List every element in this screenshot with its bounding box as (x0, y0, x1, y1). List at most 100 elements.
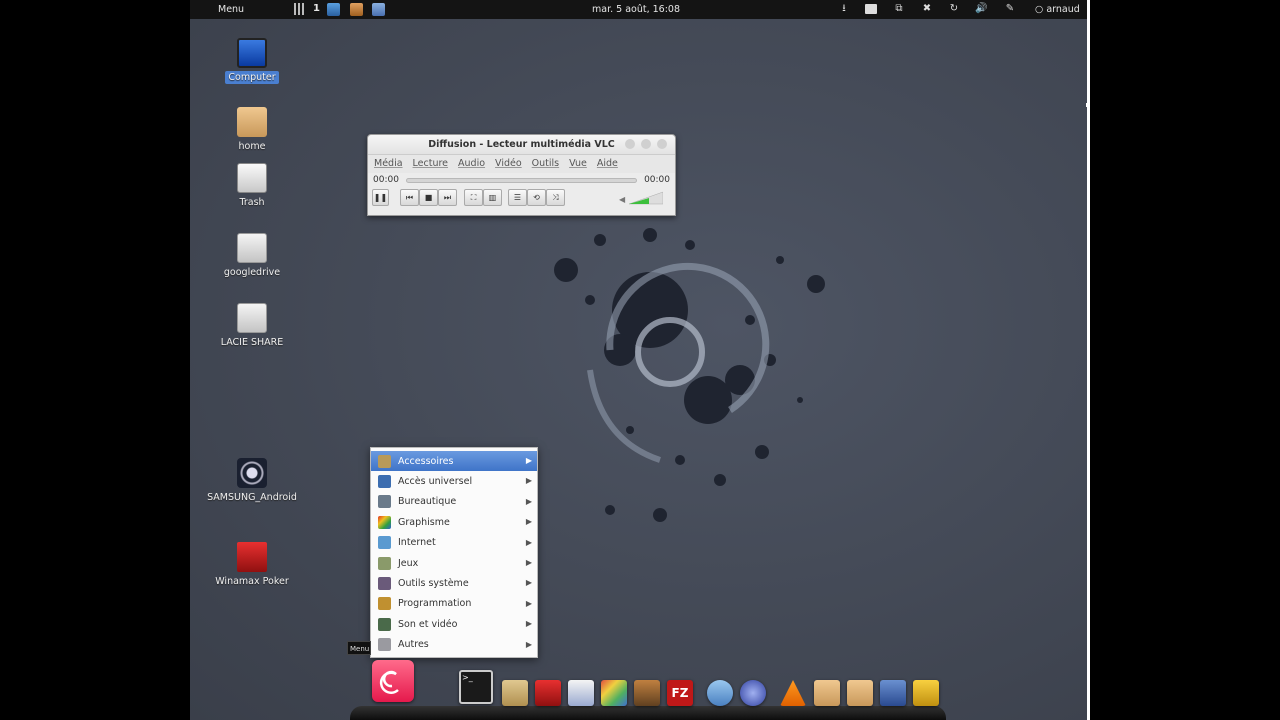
menu-outils[interactable]: Outils (532, 155, 559, 173)
close-app-icon[interactable]: ✖ (921, 3, 933, 15)
menu-aide[interactable]: Aide (597, 155, 618, 173)
files-icon[interactable] (865, 4, 877, 14)
previous-button[interactable]: ⏮ (400, 189, 419, 206)
debian-swirl-wallpaper (554, 228, 825, 522)
speaker-icon: ◀ (619, 195, 626, 204)
desktop-icon-home[interactable]: home (202, 107, 302, 153)
desktop-icon-label: LACIE SHARE (220, 337, 284, 348)
menu-video[interactable]: Vidéo (495, 155, 522, 173)
volume-icon[interactable]: 🔊 (975, 3, 987, 15)
menu-item-accessoires[interactable]: Accessoires ▶ (371, 451, 537, 472)
desktop-icon-label: Computer (225, 71, 279, 84)
windows-icon[interactable]: ⧉ (893, 3, 905, 15)
submenu-arrow-icon: ▶ (525, 557, 532, 567)
minimize-button[interactable] (625, 139, 635, 149)
folder-icon[interactable] (814, 680, 840, 706)
menu-lecture[interactable]: Lecture (413, 155, 448, 173)
seek-slider[interactable] (406, 178, 637, 183)
menu-item-programmation[interactable]: Programmation ▶ (371, 594, 537, 614)
desktop[interactable]: Menu 1 mar. 5 août, 16:08 ⭳ ⧉ ✖ ↻ 🔊 ✎ ○ … (190, 0, 1087, 720)
menu-item-jeux[interactable]: Jeux ▶ (371, 553, 537, 573)
menu-item-label: Son et vidéo (398, 618, 458, 630)
desktop-icon-googledrive[interactable]: googledrive (202, 233, 302, 279)
menu-audio[interactable]: Audio (458, 155, 485, 173)
pen-icon[interactable]: ✎ (1004, 3, 1016, 15)
menu-media[interactable]: Média (374, 155, 403, 173)
virtualbox-icon[interactable] (880, 680, 906, 706)
vlc-menubar: Média Lecture Audio Vidéo Outils Vue Aid… (368, 155, 675, 173)
submenu-arrow-icon: ▶ (525, 598, 532, 608)
graphics-icon (378, 515, 391, 529)
others-icon (378, 638, 391, 652)
vlc-icon[interactable] (780, 680, 806, 706)
network-icon[interactable] (707, 680, 733, 706)
menu-item-label: Outils système (398, 578, 469, 590)
trash-icon (237, 163, 267, 193)
device-icon (237, 458, 267, 488)
workspace-number[interactable]: 1 (313, 3, 320, 14)
pause-button[interactable]: ❚❚ (372, 189, 389, 206)
refresh-icon[interactable]: ↻ (948, 3, 960, 15)
playlist-button[interactable]: ☰ (508, 189, 527, 206)
desktop-icon-label: Trash (239, 197, 265, 208)
submenu-arrow-icon: ▶ (525, 619, 532, 629)
maximize-button[interactable] (641, 139, 651, 149)
user-menu[interactable]: ○ arnaud (1035, 4, 1080, 15)
drive-icon (237, 233, 267, 263)
submenu-arrow-icon: ▶ (525, 496, 532, 506)
games-icon (378, 556, 391, 570)
menu-tooltip: Menu (347, 641, 371, 655)
workspace-grid-icon[interactable] (294, 3, 305, 15)
menu-vue[interactable]: Vue (569, 155, 587, 173)
volume-slider[interactable]: ◀ (619, 191, 663, 205)
submenu-arrow-icon: ▶ (525, 639, 532, 649)
download-icon[interactable]: ⭳ (838, 3, 850, 15)
close-button[interactable] (657, 139, 667, 149)
task-browser-icon[interactable] (372, 3, 385, 16)
extended-settings-button[interactable]: ▥ (483, 189, 502, 206)
menu-button[interactable]: Menu (218, 4, 244, 15)
desktop-icon-winamax-poker[interactable]: Winamax Poker (202, 542, 302, 588)
browser-icon[interactable] (740, 680, 766, 706)
menu-item-autres[interactable]: Autres ▶ (371, 635, 537, 655)
image-viewer-icon[interactable] (601, 680, 627, 706)
internet-icon (378, 536, 391, 550)
desktop-icon-samsung-android[interactable]: SAMSUNG_Android (202, 458, 302, 504)
poker-app-icon[interactable] (535, 680, 561, 706)
terminal-icon[interactable]: >_ (459, 670, 493, 704)
power-icon: ○ (1035, 4, 1047, 15)
next-button[interactable]: ⏭ (438, 189, 457, 206)
desktop-icon-trash[interactable]: Trash (202, 163, 302, 209)
stop-button[interactable]: ■ (419, 189, 438, 206)
archive-icon[interactable] (502, 680, 528, 706)
task-window-icon[interactable] (327, 3, 340, 16)
loop-button[interactable]: ⟲ (527, 189, 546, 206)
folder-icon[interactable] (847, 680, 873, 706)
desktop-icon-lacie-share[interactable]: LACIE SHARE (202, 303, 302, 349)
office-icon (378, 495, 391, 509)
folder-add-icon[interactable] (913, 680, 939, 706)
menu-item-internet[interactable]: Internet ▶ (371, 533, 537, 553)
vlc-window[interactable]: Diffusion - Lecteur multimédia VLC Média… (367, 134, 676, 216)
menu-item-label: Accessoires (398, 455, 454, 467)
menu-item-acces-universel[interactable]: Accès universel ▶ (371, 471, 537, 491)
menu-item-outils-systeme[interactable]: Outils système ▶ (371, 573, 537, 593)
system-tools-icon (378, 577, 391, 591)
clock[interactable]: mar. 5 août, 16:08 (592, 4, 680, 15)
presentation-icon[interactable] (634, 680, 660, 706)
menu-item-bureautique[interactable]: Bureautique ▶ (371, 492, 537, 512)
computer-icon (237, 38, 267, 68)
menu-item-label: Internet (398, 537, 436, 549)
menu-item-graphisme[interactable]: Graphisme ▶ (371, 512, 537, 532)
submenu-arrow-icon: ▶ (525, 537, 532, 547)
fullscreen-button[interactable]: ⛶ (464, 189, 483, 206)
drive-icon (237, 303, 267, 333)
debian-menu-icon[interactable] (372, 660, 414, 702)
menu-item-son-et-video[interactable]: Son et vidéo ▶ (371, 614, 537, 634)
desktop-icon-computer[interactable]: Computer (202, 38, 302, 84)
text-editor-icon[interactable] (568, 680, 594, 706)
desktop-icon-label: googledrive (223, 267, 281, 278)
task-vlc-icon[interactable] (350, 3, 363, 16)
filezilla-icon[interactable]: FZ (667, 680, 693, 706)
shuffle-button[interactable]: ⤨ (546, 189, 565, 206)
